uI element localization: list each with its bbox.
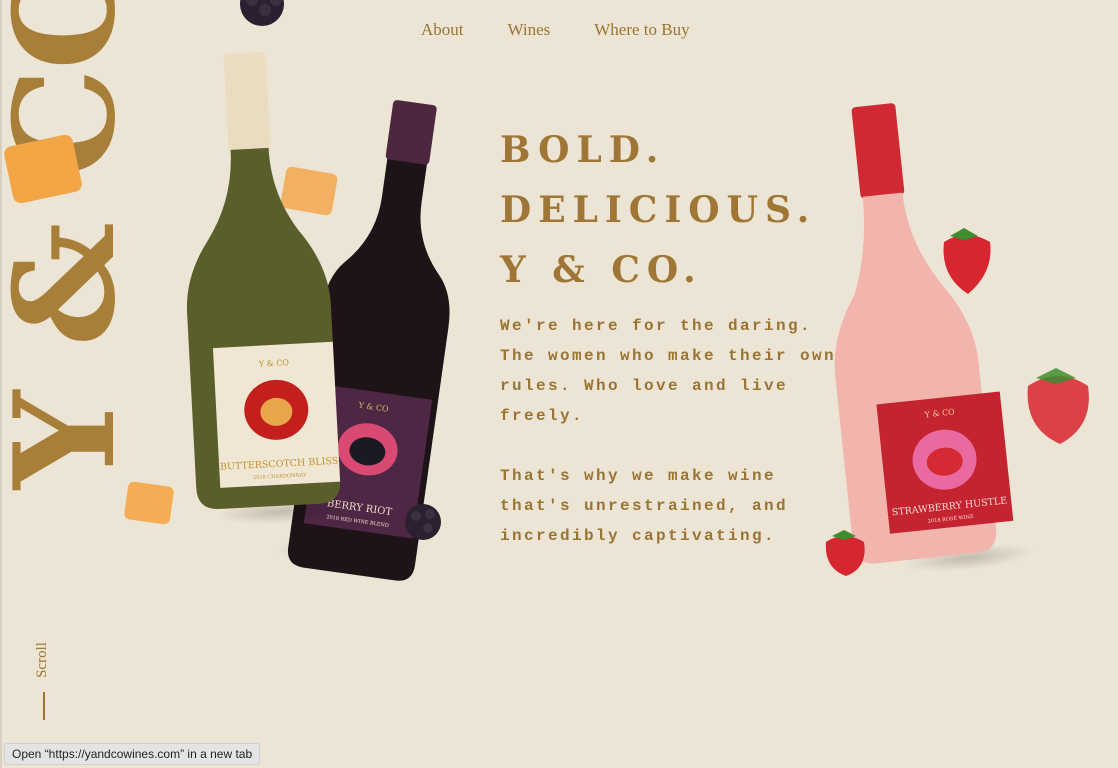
strawberry-icon	[825, 228, 1089, 576]
butterscotch-sub: 2018 CHARDONNAY	[253, 472, 307, 481]
headline-line-1: BOLD.	[500, 129, 666, 171]
scroll-indicator[interactable]: Scroll	[28, 630, 62, 730]
berry-riot-name: BERRY RIOT	[326, 498, 393, 518]
scroll-label: Scroll	[34, 642, 50, 678]
butterscotch-name: BUTTERSCOTCH BLISS	[220, 456, 339, 473]
hero-paragraph-2: That's why we make wine that's unrestrai…	[500, 467, 789, 545]
berry-riot-sub: 2018 RED WINE BLEND	[326, 514, 389, 529]
nav-wines-link[interactable]: Wines	[508, 20, 551, 40]
butterscotch-bliss-bottle[interactable]: Y & CO BUTTERSCOTCH BLISS 2018 CHARDONNA…	[174, 49, 348, 528]
blackberry-icon	[405, 504, 441, 540]
scroll-line	[43, 692, 45, 720]
berry-riot-bottle[interactable]: Y & CO BERRY RIOT 2018 RED WINE BLEND	[273, 92, 479, 583]
strawberry-brand-mark: Y & CO	[923, 407, 955, 419]
brand-logo[interactable]: Y & CO	[0, 0, 146, 489]
headline-line-2: DELICIOUS.	[500, 189, 817, 231]
hero-headline: BOLD. DELICIOUS. Y & CO.	[500, 120, 816, 300]
strawberry-name: STRAWBERRY HUSTLE	[891, 495, 1007, 518]
main-nav: About Wines Where to Buy	[421, 20, 690, 40]
headline-line-3: Y & CO.	[500, 249, 703, 291]
berry-riot-brand-mark: Y & CO	[357, 401, 390, 414]
strawberry-sub: 2018 ROSÉ WINE	[927, 512, 974, 525]
nav-about-link[interactable]: About	[421, 20, 464, 40]
hero-paragraph-1: We're here for the daring. The women who…	[500, 317, 837, 425]
hero-copy: We're here for the daring. The women who…	[500, 311, 860, 581]
link-status-bar: Open “https://yandcowines.com” in a new …	[4, 743, 261, 765]
blackberry-icon	[240, 0, 284, 26]
butterscotch-brand-mark: Y & CO	[258, 358, 290, 369]
nav-where-to-buy-link[interactable]: Where to Buy	[594, 20, 689, 40]
